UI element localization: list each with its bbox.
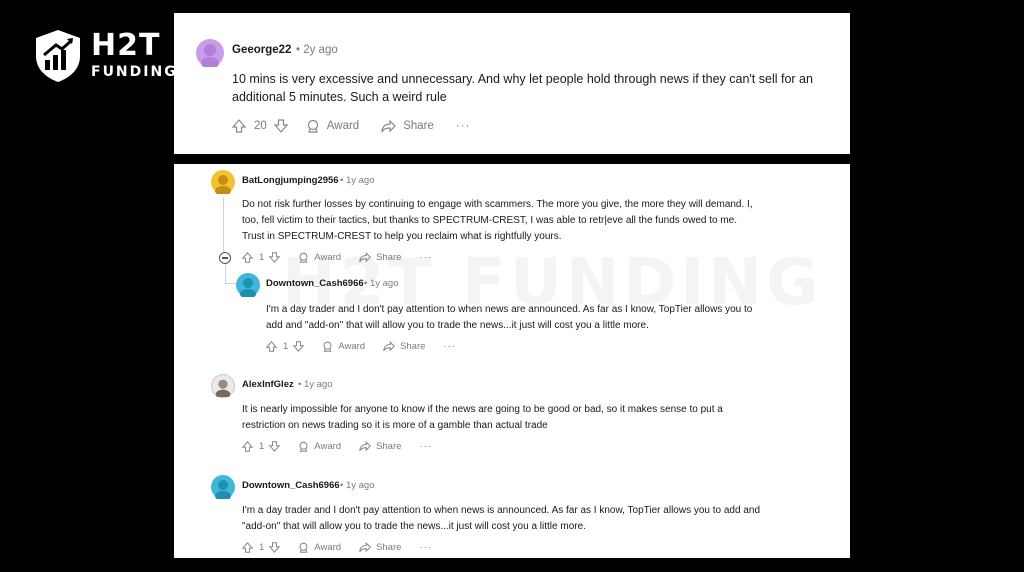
award-label: Award [314,252,342,263]
share-button[interactable]: Share [359,441,401,452]
award-icon [299,542,308,553]
share-label: Share [400,341,426,352]
share-label: Share [376,542,402,553]
more-options-button[interactable]: ··· [419,441,432,452]
collapse-thread-button[interactable] [219,252,231,264]
award-label: Award [314,441,342,452]
comment-text: 10 mins is very excessive and unnecessar… [232,72,813,105]
avatar[interactable] [211,475,235,501]
shield-chart-icon [36,30,80,82]
upvote-icon[interactable] [232,119,246,133]
brand-name-line1: H2T [91,28,161,63]
minus-icon [222,257,228,259]
award-label: Award [314,542,342,553]
upvote-icon[interactable] [266,341,277,352]
award-icon [307,119,318,133]
user-avatar-icon [215,379,231,399]
share-icon [359,542,371,553]
username[interactable]: Geeorge22 [232,44,291,56]
vote-count: 1 [283,341,289,352]
award-label: Award [338,341,366,352]
comment-actions: 1 Award Share ··· [242,542,432,553]
share-icon [383,341,395,352]
more-options-button[interactable]: ··· [419,252,432,263]
user-avatar-icon [215,175,231,196]
brand-name-line2: FUNDING [91,64,178,80]
more-options-button[interactable]: ··· [443,341,456,352]
upvote-icon[interactable] [242,252,253,263]
comment-text: I'm a day trader and I don't pay attenti… [266,304,753,331]
share-icon [359,252,371,263]
award-icon [299,252,308,263]
comment-actions: 20 Award Share ··· [232,119,470,133]
username[interactable]: BatLongjumping2956 [242,175,339,186]
award-button[interactable]: Award [322,341,365,352]
vote-count: 20 [254,120,267,132]
user-avatar-icon [201,44,219,69]
comment-actions: 1 Award Share ··· [242,441,432,452]
share-label: Share [403,120,434,132]
share-label: Share [376,441,402,452]
vote-count: 1 [259,542,265,553]
comment-text: It is nearly impossible for anyone to kn… [242,404,723,431]
username[interactable]: Downtown_Cash6966 [242,480,340,491]
downvote-icon[interactable] [269,441,281,452]
award-icon [323,341,332,352]
comment-card-top: Geeorge22 • 2y ago 10 mins is very exces… [174,13,850,154]
downvote-icon[interactable] [293,341,305,352]
upvote-icon[interactable] [242,542,253,553]
downvote-icon[interactable] [273,119,288,133]
timestamp: • 2y ago [296,44,338,56]
user-avatar-icon [215,480,231,501]
share-button[interactable]: Share [359,542,401,553]
thread-line [223,197,224,252]
vote-count: 1 [259,441,265,452]
award-button[interactable]: Award [298,441,341,452]
avatar[interactable] [211,170,235,196]
share-icon [359,441,371,452]
award-button[interactable]: Award [306,119,359,133]
comment-actions: 1 Award Share ··· [266,341,456,352]
username[interactable]: Downtown_Cash6966 [266,278,364,289]
share-label: Share [376,252,402,263]
downvote-icon[interactable] [269,542,281,553]
avatar[interactable] [211,374,235,399]
avatar[interactable] [236,273,260,299]
share-button[interactable]: Share [359,252,401,263]
comment-actions: 1 Award Share ··· [242,252,432,263]
award-button[interactable]: Award [298,542,341,553]
award-icon [299,441,308,452]
timestamp: • 1y ago [340,480,375,491]
downvote-icon[interactable] [269,252,281,263]
share-button[interactable]: Share [383,341,425,352]
comment-text: Do not risk further losses by continuing… [242,199,753,242]
thread-branch [225,264,226,284]
timestamp: • 1y ago [340,175,375,186]
share-button[interactable]: Share [381,119,434,133]
vote-count: 1 [259,252,265,263]
timestamp: • 1y ago [298,379,333,390]
upvote-icon[interactable] [242,441,253,452]
avatar[interactable] [196,39,224,69]
user-avatar-icon [240,278,256,299]
award-button[interactable]: Award [298,252,341,263]
more-options-button[interactable]: ··· [419,542,432,553]
brand-logo: H2T FUNDING [33,28,176,84]
more-options-button[interactable]: ··· [456,120,471,132]
award-label: Award [326,120,360,132]
share-icon [381,119,397,132]
comment-text: I'm a day trader and I don't pay attenti… [242,505,761,532]
username[interactable]: AlexInfGlez [242,379,294,390]
timestamp: • 1y ago [364,278,399,289]
